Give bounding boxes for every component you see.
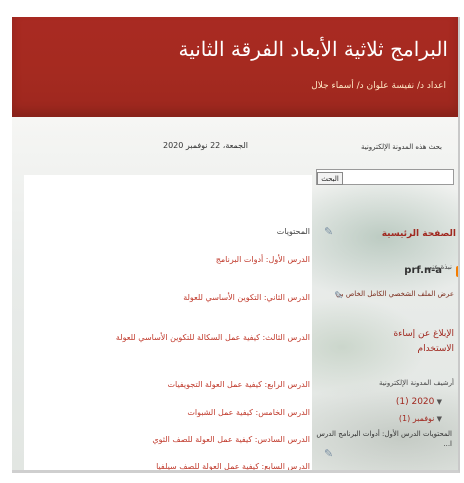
sidebar-archive-heading: أرشيف المدونة الإلكترونية xyxy=(379,379,454,387)
lesson-link[interactable]: الدرس الرابع: كيفية عمل العولة التجويفيا… xyxy=(167,380,310,389)
post-date: الجمعة، 22 نوفمبر 2020 xyxy=(162,141,248,150)
search-label: بحث هذه المدونة الإلكترونية xyxy=(360,143,442,151)
blog-title[interactable]: البرامج ثلاثية الأبعاد الفرقة الثانية xyxy=(178,37,448,61)
report-abuse-line: الإبلاغ عن إساءة xyxy=(393,329,454,339)
triangle-down-icon[interactable]: ▼ xyxy=(434,398,442,406)
archive-post-link[interactable]: المحتويات الدرس الأول: أدوات البرنامج ال… xyxy=(316,429,452,449)
archive-month-label: نوفمبر (1) xyxy=(398,414,435,423)
lesson-link[interactable]: الدرس الثاني: التكوين الأساسي للعولة xyxy=(183,293,310,302)
archive-post-line: ا... xyxy=(443,440,452,448)
blogger-icon: B xyxy=(456,266,458,277)
archive-month[interactable]: ▼ نوفمبر (1) xyxy=(399,414,442,423)
pencil-icon[interactable]: ✎ xyxy=(324,447,336,460)
sidebar-home-link[interactable]: الصفحة الرئيسية xyxy=(382,229,456,239)
lesson-link[interactable]: الدرس السابع: كيفية عمل العولة للصف سيلف… xyxy=(156,462,310,470)
status-bar: بحث هذه المدونة الإلكترونية الجمعة، 22 ن… xyxy=(12,121,458,161)
pencil-icon[interactable]: ✎ xyxy=(324,225,336,238)
sidebar-report-abuse[interactable]: الإبلاغ عن إساءة الاستخدام xyxy=(393,327,454,357)
pencil-icon[interactable]: ✎ xyxy=(334,289,346,302)
report-abuse-line: الاستخدام xyxy=(417,344,455,354)
blog-header: البرامج ثلاثية الأبعاد الفرقة الثانية اع… xyxy=(12,17,458,117)
archive-post-line: المحتويات الدرس الأول: أدوات البرنامج ال… xyxy=(316,430,452,438)
post-content: المحتويات الدرس الأول: أدوات البرنامج ال… xyxy=(24,175,312,470)
lesson-link[interactable]: الدرس الأول: أدوات البرنامج xyxy=(216,255,310,264)
lesson-link[interactable]: الدرس الثالث: كيفية عمل السكالة للتكوين … xyxy=(116,333,310,342)
triangle-down-icon[interactable]: ▼ xyxy=(434,415,442,423)
lesson-link[interactable]: الدرس الخامس: كيفية عمل الشبوات xyxy=(187,408,310,417)
page: البرامج ثلاثية الأبعاد الفرقة الثانية اع… xyxy=(12,17,460,473)
sidebar-profile-link[interactable]: عرض الملف الشخصي الكامل الخاص بي xyxy=(336,290,454,298)
content-heading: المحتويات xyxy=(276,227,310,236)
sidebar-profile-name[interactable]: prf.n-a xyxy=(404,265,442,276)
blog-subtitle: اعداد د/ نفيسة علوان د/ أسماء جلال xyxy=(311,81,446,91)
lesson-link[interactable]: الدرس السادس: كيفية عمل العولة للصف الثو… xyxy=(152,435,310,444)
archive-year-label: 2020 (1) xyxy=(395,397,435,407)
archive-year[interactable]: ▼ 2020 (1) xyxy=(396,397,442,407)
search-button[interactable]: البحث xyxy=(317,172,343,185)
